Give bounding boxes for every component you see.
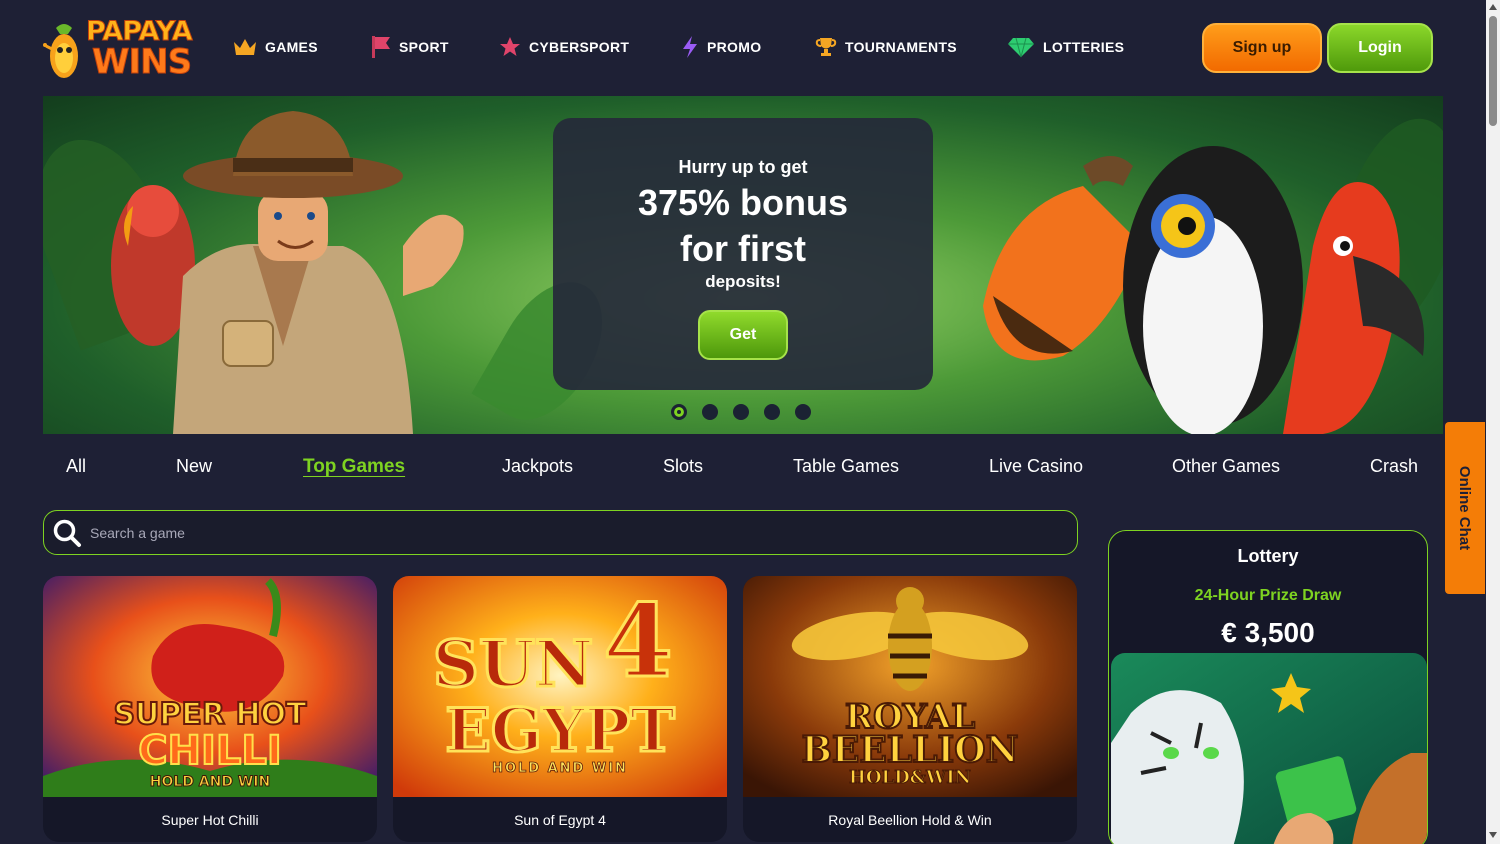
promo-card: Hurry up to get 375% bonus for first dep… <box>553 118 933 390</box>
art-title-2: EGYPT <box>445 696 675 766</box>
game-thumbnail: ROYAL BEELLION HOLD&WIN <box>743 576 1077 797</box>
carousel-dot-5[interactable] <box>795 404 811 420</box>
svg-text:4: 4 <box>603 582 673 700</box>
art-title-1: SUN <box>433 627 594 702</box>
promo-bonus-amount: 375% bonus <box>637 182 849 223</box>
tab-table-games[interactable]: Table Games <box>793 456 899 477</box>
diamond-icon <box>1008 37 1034 58</box>
promo-banner[interactable]: Hurry up to get 375% bonus for first dep… <box>43 96 1443 434</box>
scroll-down-arrow-icon[interactable] <box>1489 832 1497 838</box>
tab-jackpots[interactable]: Jackpots <box>502 456 573 477</box>
nav-label: SPORT <box>399 39 449 55</box>
nav-cybersport[interactable]: CYBERSPORT <box>499 32 629 62</box>
get-bonus-button[interactable]: Get <box>698 310 788 360</box>
login-button[interactable]: Login <box>1327 23 1433 73</box>
explorer-character-illustration <box>111 111 464 434</box>
crown-icon <box>234 39 256 55</box>
tab-slots[interactable]: Slots <box>663 456 703 477</box>
nav-games[interactable]: GAMES <box>233 32 318 62</box>
papaya-mascot-icon <box>43 24 78 78</box>
lightning-icon <box>683 36 697 58</box>
scrollbar-thumb[interactable] <box>1489 16 1497 126</box>
art-title-2: CHILLI <box>138 728 282 774</box>
online-chat-tab[interactable]: Online Chat <box>1445 422 1485 594</box>
promo-line4: deposits! <box>705 272 781 291</box>
game-category-tabs: All New Top Games Jackpots Slots Table G… <box>0 456 1486 486</box>
page-scrollbar[interactable] <box>1486 0 1500 844</box>
signup-button[interactable]: Sign up <box>1202 23 1322 73</box>
game-title: Royal Beellion Hold & Win <box>828 811 992 828</box>
search-bar <box>43 510 1078 555</box>
game-card[interactable]: ROYAL BEELLION HOLD&WIN Royal Beellion H… <box>743 576 1077 842</box>
papaya-wins-logo[interactable]: PAPAYA WINS <box>42 14 207 83</box>
scroll-up-arrow-icon[interactable] <box>1489 4 1497 10</box>
game-title: Super Hot Chilli <box>161 811 259 828</box>
tab-top-games[interactable]: Top Games <box>303 456 405 478</box>
trophy-icon <box>815 38 837 56</box>
search-icon[interactable] <box>52 518 82 548</box>
lottery-tiger-illustration <box>1111 653 1427 844</box>
game-card[interactable]: SUN 4 EGYPT HOLD AND WIN Sun of Egypt 4 <box>393 576 727 842</box>
game-thumbnail: SUN 4 EGYPT HOLD AND WIN <box>393 576 727 797</box>
tab-live-casino[interactable]: Live Casino <box>989 456 1083 477</box>
toucan-parrot-illustration <box>983 146 1425 434</box>
logo-text-line2: WINS <box>91 42 192 83</box>
carousel-dots <box>671 404 811 420</box>
header: PAPAYA WINS GAMES SPORT CYBERSPORT PROMO… <box>0 0 1486 96</box>
search-input[interactable] <box>90 524 990 541</box>
tab-all[interactable]: All <box>66 456 86 477</box>
carousel-dot-2[interactable] <box>702 404 718 420</box>
nav-sport[interactable]: SPORT <box>371 32 449 62</box>
lottery-widget[interactable]: Lottery 24-Hour Prize Draw € 3,500 <box>1108 530 1428 844</box>
lottery-prize-amount: € 3,500 <box>1221 617 1315 648</box>
online-chat-label: Online Chat <box>1456 465 1474 551</box>
nav-lotteries[interactable]: LOTTERIES <box>1007 32 1124 62</box>
game-title: Sun of Egypt 4 <box>514 811 606 828</box>
art-title-3: HOLD AND WIN <box>150 774 270 790</box>
carousel-dot-4[interactable] <box>764 404 780 420</box>
game-thumbnail: SUPER HOT CHILLI HOLD AND WIN <box>43 576 377 797</box>
lottery-title: Lottery <box>1237 546 1299 566</box>
nav-promo[interactable]: PROMO <box>681 32 761 62</box>
art-title-1: SUPER HOT <box>113 697 307 732</box>
star-icon <box>500 37 520 56</box>
art-title-3: HOLD&WIN <box>849 767 971 788</box>
nav-label: PROMO <box>707 39 762 55</box>
lottery-subtitle: 24-Hour Prize Draw <box>1194 587 1342 604</box>
nav-label: CYBERSPORT <box>529 39 630 55</box>
art-title-2: BEELLION <box>801 729 1018 771</box>
nav-label: GAMES <box>265 39 318 55</box>
nav-tournaments[interactable]: TOURNAMENTS <box>815 32 957 62</box>
tab-new[interactable]: New <box>176 456 212 477</box>
nav-label: LOTTERIES <box>1043 39 1125 55</box>
flag-icon <box>372 36 390 58</box>
nav-label: TOURNAMENTS <box>845 39 957 55</box>
game-card[interactable]: SUPER HOT CHILLI HOLD AND WIN Super Hot … <box>43 576 377 842</box>
art-title-3: HOLD AND WIN <box>492 761 628 776</box>
tab-other-games[interactable]: Other Games <box>1172 456 1280 477</box>
tab-crash[interactable]: Crash <box>1370 456 1418 477</box>
promo-line3: for first <box>680 228 806 269</box>
carousel-dot-1[interactable] <box>671 404 687 420</box>
carousel-dot-3[interactable] <box>733 404 749 420</box>
promo-line1: Hurry up to get <box>678 157 808 177</box>
